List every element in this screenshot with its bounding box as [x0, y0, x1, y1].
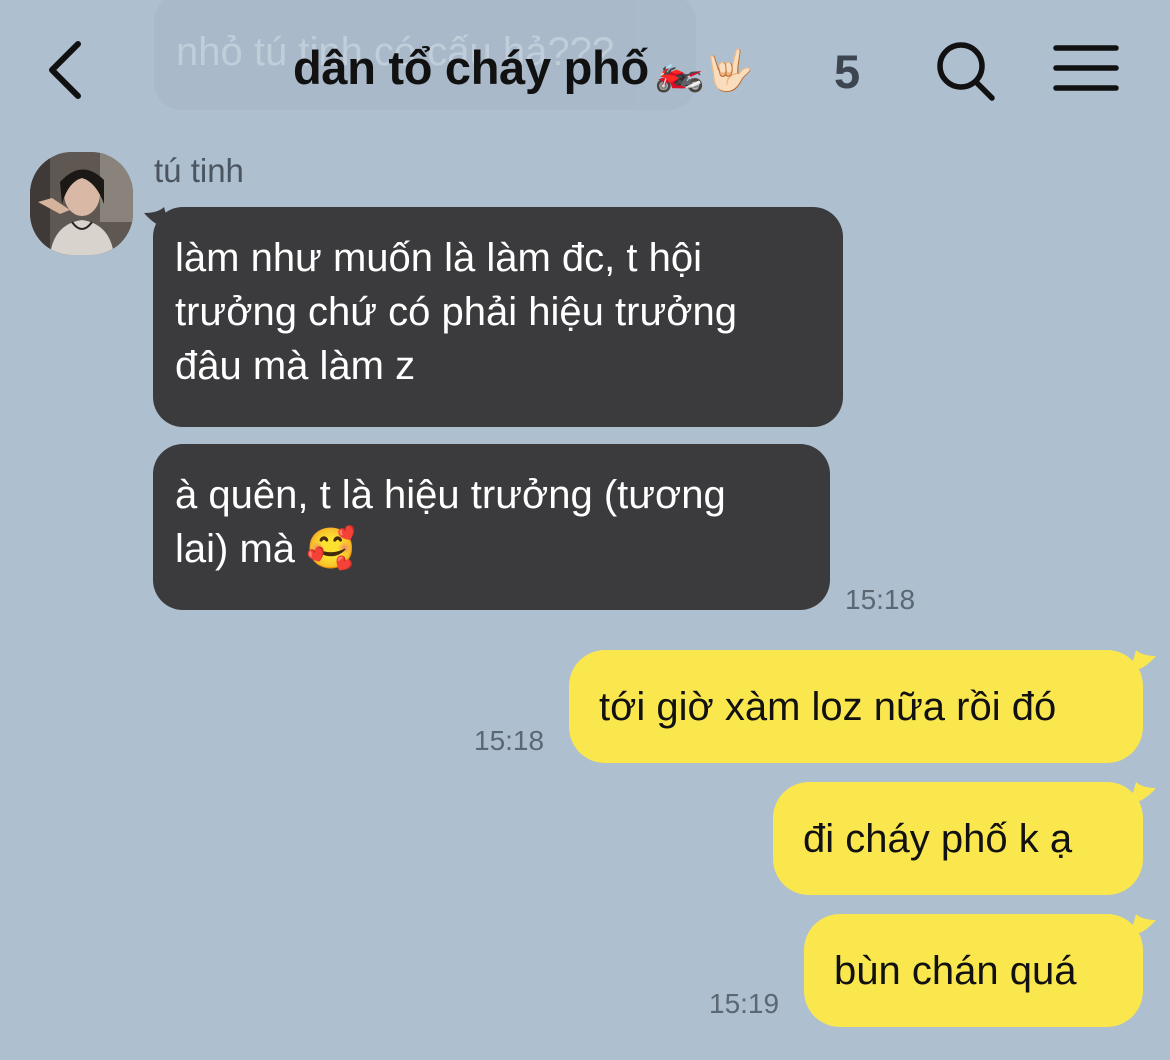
- message-text: tới giờ xàm loz nữa rồi đó: [599, 685, 1057, 729]
- outgoing-bubble-tail: [1130, 914, 1156, 936]
- search-button[interactable]: [930, 36, 1002, 108]
- sender-name: tú tinh: [154, 152, 244, 189]
- chat-title-emoji: 🏍️🤟🏻: [654, 49, 754, 93]
- message-line: à quên, t là hiệu trưởng (tương: [175, 473, 726, 517]
- back-button[interactable]: [30, 28, 110, 108]
- message-line: trưởng chứ có phải hiệu trưởng: [175, 290, 737, 334]
- incoming-message-bubble[interactable]: làm như muốn là làm đc, t hội trưởng chứ…: [153, 207, 843, 427]
- member-count: 5: [834, 45, 861, 98]
- sender-avatar[interactable]: [30, 152, 133, 255]
- message-line: đâu mà làm z: [175, 344, 416, 388]
- message-line: làm như muốn là làm đc, t hội: [175, 236, 703, 280]
- chat-screen: nhỏ tú tinh có cấu hả??? dân tổ cháy phố…: [0, 0, 1170, 1060]
- message-timestamp: 15:18: [474, 725, 545, 756]
- incoming-message-bubble[interactable]: à quên, t là hiệu trưởng (tương lai) mà …: [153, 444, 830, 610]
- outgoing-bubble-tail: [1130, 782, 1156, 804]
- outgoing-bubble-tail: [1130, 650, 1156, 672]
- outgoing-message-bubble[interactable]: bùn chán quá: [804, 914, 1143, 1027]
- chevron-left-icon: [49, 41, 81, 99]
- message-timestamp: 15:18: [845, 584, 916, 615]
- search-icon: [937, 42, 995, 101]
- message-text: đi cháy phố k ạ: [803, 817, 1073, 861]
- chat-title-text: dân tổ cháy phố: [293, 41, 649, 94]
- outgoing-message-bubble[interactable]: tới giờ xàm loz nữa rồi đó: [569, 650, 1143, 763]
- avatar-photo: [30, 152, 133, 255]
- message-timestamp: 15:19: [709, 988, 780, 1019]
- hamburger-menu-icon: [1053, 45, 1119, 91]
- outgoing-message-bubble[interactable]: đi cháy phố k ạ: [773, 782, 1143, 895]
- message-text: bùn chán quá: [834, 949, 1077, 993]
- menu-button[interactable]: [1050, 40, 1124, 100]
- message-line: lai) mà 🥰: [175, 527, 356, 571]
- chat-title: dân tổ cháy phố 🏍️🤟🏻: [293, 40, 754, 95]
